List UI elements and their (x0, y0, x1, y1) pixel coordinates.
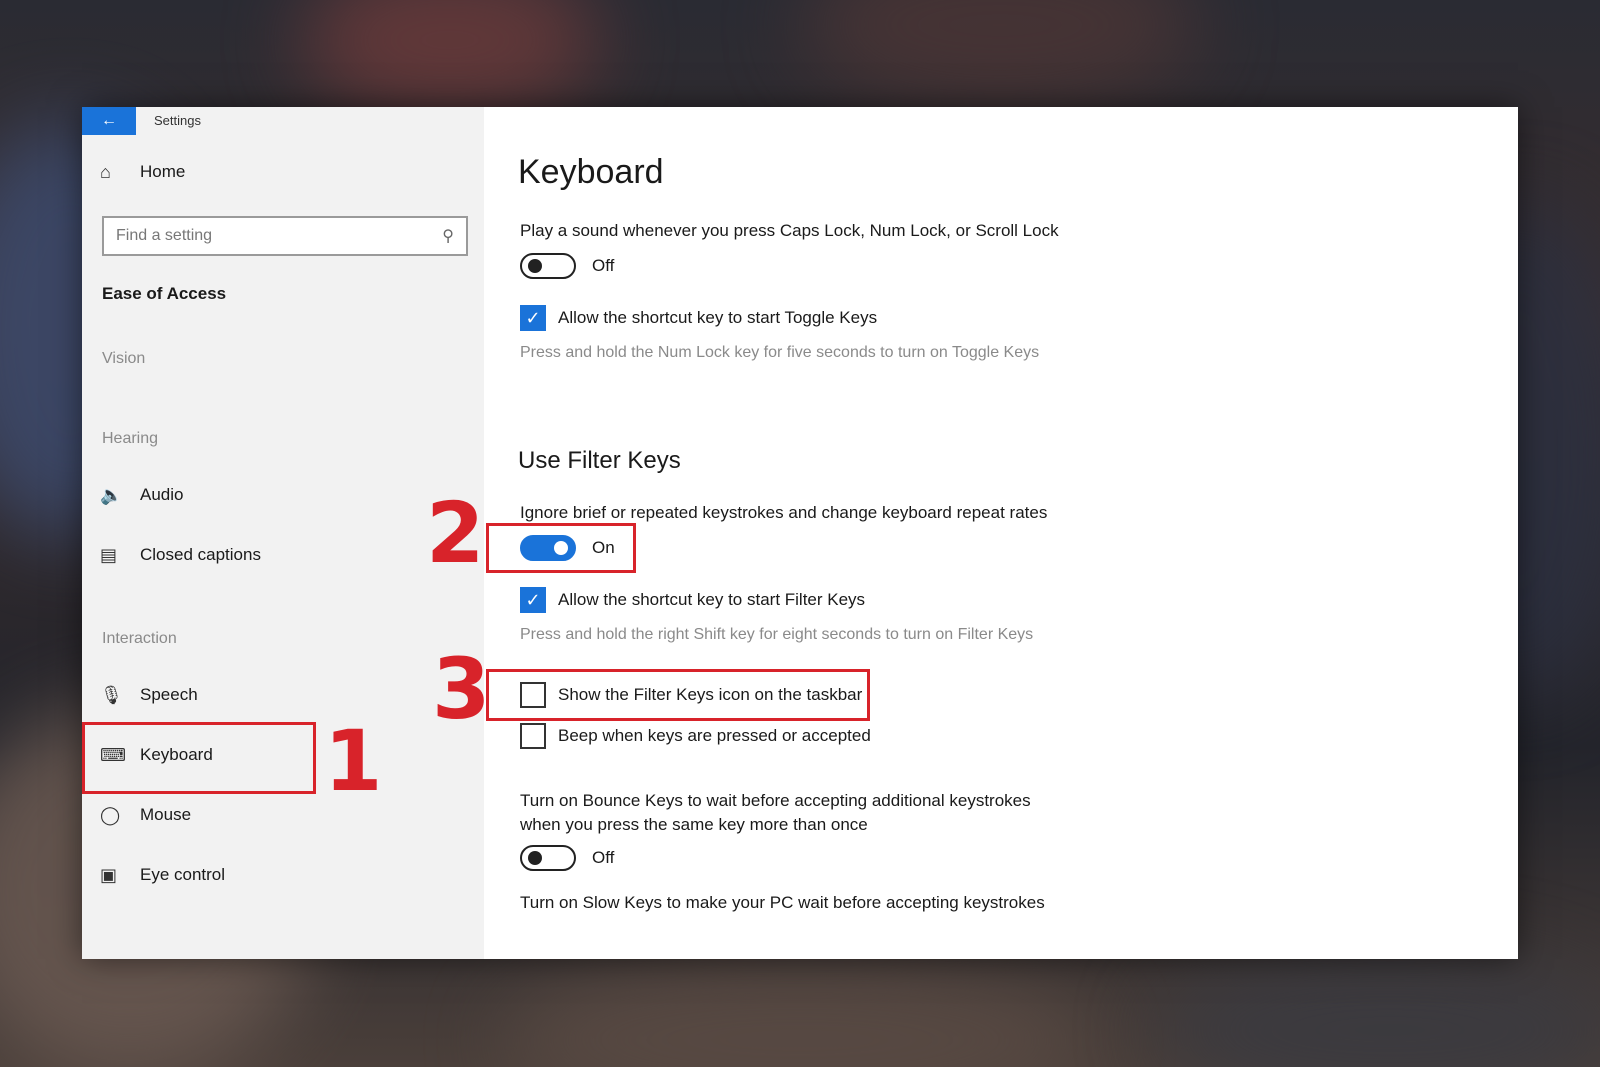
filter-shortcut-description: Press and hold the right Shift key for e… (520, 626, 1034, 643)
settings-window: ← Settings ⌂ Home Find a setting ⚲ Ease … (82, 107, 1518, 959)
slow-keys-description: Turn on Slow Keys to make your PC wait b… (520, 893, 1045, 912)
main-panel: Keyboard Play a sound whenever you press… (518, 107, 1518, 959)
annotation-box-1 (82, 722, 316, 794)
annotation-number-1: 1 (324, 712, 383, 810)
microphone-icon: 🎙 (100, 684, 123, 705)
bounce-keys-description: Turn on Bounce Keys to wait before accep… (520, 791, 1031, 834)
sidebar-item-mouse[interactable]: ◯ Mouse (82, 795, 484, 835)
search-placeholder: Find a setting (116, 227, 213, 244)
group-heading-interaction: Interaction (102, 630, 177, 647)
captions-icon: ▤ (100, 544, 118, 565)
filter-keys-heading: Use Filter Keys (518, 447, 681, 474)
filter-keys-shortcut-checkbox[interactable]: ✓ Allow the shortcut key to start Filter… (520, 587, 865, 613)
annotation-number-3: 3 (432, 640, 491, 738)
checkbox-label: Allow the shortcut key to start Toggle K… (558, 308, 878, 327)
sidebar: ← Settings ⌂ Home Find a setting ⚲ Ease … (82, 107, 484, 959)
filter-keys-description: Ignore brief or repeated keystrokes and … (520, 503, 1048, 522)
switch-track (520, 253, 576, 279)
sidebar-item-label: Speech (140, 685, 198, 704)
checkbox-label: Allow the shortcut key to start Filter K… (558, 590, 866, 609)
page-title: Keyboard (518, 153, 664, 191)
checkbox-checked: ✓ (520, 587, 546, 613)
annotation-box-2 (486, 523, 636, 573)
group-heading-vision: Vision (102, 350, 146, 367)
annotation-box-3 (486, 669, 870, 721)
bounce-keys-switch[interactable]: Off (520, 845, 614, 871)
toggle-keys-sound-label: Play a sound whenever you press Caps Loc… (520, 221, 1059, 240)
checkbox-checked: ✓ (520, 305, 546, 331)
toggle-keys-description: Press and hold the Num Lock key for five… (520, 344, 1040, 361)
toggle-keys-switch[interactable]: Off (520, 253, 614, 279)
sidebar-item-label: Audio (140, 485, 184, 504)
toggle-keys-shortcut-checkbox[interactable]: ✓ Allow the shortcut key to start Toggle… (520, 305, 877, 331)
home-icon: ⌂ (100, 161, 111, 182)
sidebar-item-eye-control[interactable]: ▣ Eye control (82, 855, 484, 895)
toggle-state-label: Off (592, 848, 615, 867)
section-heading: Ease of Access (102, 284, 227, 303)
switch-knob (528, 851, 542, 865)
switch-knob (528, 259, 542, 273)
sidebar-item-audio[interactable]: 🔈 Audio (82, 475, 484, 515)
sidebar-item-closed-captions[interactable]: ▤ Closed captions (82, 535, 484, 575)
sidebar-item-label: Home (140, 162, 186, 181)
annotation-number-2: 2 (426, 484, 485, 582)
sidebar-item-label: Closed captions (140, 545, 261, 564)
mouse-icon: ◯ (100, 804, 121, 825)
sidebar-item-label: Eye control (140, 865, 226, 884)
switch-track (520, 845, 576, 871)
sidebar-item-home[interactable]: ⌂ Home (82, 152, 484, 192)
title-bar: ← Settings (82, 107, 484, 135)
search-input[interactable]: Find a setting ⚲ (102, 216, 468, 256)
window-title: Settings (154, 113, 201, 128)
speaker-icon: 🔈 (100, 484, 123, 505)
beep-checkbox[interactable]: Beep when keys are pressed or accepted (520, 723, 871, 749)
back-button[interactable]: ← (82, 107, 136, 135)
search-icon: ⚲ (442, 228, 454, 245)
sidebar-item-speech[interactable]: 🎙 Speech (82, 675, 484, 715)
eye-control-icon: ▣ (100, 864, 118, 885)
toggle-state-label: Off (592, 256, 615, 275)
group-heading-hearing: Hearing (102, 430, 159, 447)
sidebar-item-label: Mouse (140, 805, 192, 824)
checkbox-unchecked (520, 723, 546, 749)
arrow-left-icon: ← (101, 112, 117, 129)
checkbox-label: Beep when keys are pressed or accepted (558, 726, 871, 745)
